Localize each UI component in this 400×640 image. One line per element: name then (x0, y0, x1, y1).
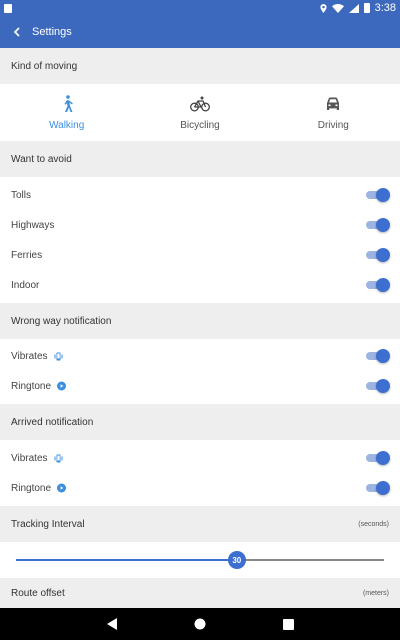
mode-selector: Walking Bicycling Driving (0, 84, 400, 141)
mode-label: Bicycling (180, 120, 220, 131)
arrived-list: Vibrates Ringtone (0, 440, 400, 506)
wrong-way-vibrates-toggle[interactable] (366, 349, 390, 363)
wrong-way-ringtone-toggle[interactable] (366, 379, 390, 393)
avoid-highways-row: Highways (0, 210, 400, 240)
section-kind-of-moving: Kind of moving (0, 48, 400, 84)
slider-thumb[interactable]: 30 (227, 551, 246, 569)
section-title: Route offset (11, 587, 65, 599)
avoid-tolls-row: Tolls (0, 180, 400, 210)
back-icon[interactable] (105, 617, 119, 631)
page-title: Settings (32, 26, 72, 38)
option-label: Vibrates (11, 350, 48, 362)
option-label: Highways (11, 219, 55, 231)
section-route-offset: Route offset (meters) (0, 578, 400, 608)
mode-bicycling[interactable]: Bicycling (133, 84, 266, 141)
mode-driving[interactable]: Driving (267, 84, 400, 141)
section-title: Tracking Interval (11, 518, 85, 530)
play-icon[interactable] (57, 483, 67, 493)
ferries-toggle[interactable] (366, 248, 390, 262)
bicycle-icon (190, 94, 210, 114)
section-wrong-way: Wrong way notification (0, 303, 400, 339)
option-label: Vibrates (11, 452, 48, 464)
arrived-vibrates-toggle[interactable] (366, 451, 390, 465)
slider-fill (16, 559, 237, 561)
indoor-toggle[interactable] (366, 278, 390, 292)
section-arrived: Arrived notification (0, 404, 400, 440)
vibrate-icon (54, 454, 63, 463)
option-label: Ringtone (11, 380, 52, 392)
avoid-list: Tolls Highways Ferries Indoor (0, 177, 400, 303)
arrived-ringtone-toggle[interactable] (366, 481, 390, 495)
slider-value: 30 (232, 555, 242, 565)
wrong-way-ringtone-row: Ringtone (0, 371, 400, 401)
section-title: Arrived notification (11, 416, 94, 428)
avoid-indoor-row: Indoor (0, 270, 400, 300)
section-want-to-avoid: Want to avoid (0, 141, 400, 177)
mode-label: Driving (317, 120, 349, 131)
home-icon[interactable] (193, 617, 207, 631)
tolls-toggle[interactable] (366, 188, 390, 202)
vibrate-icon (54, 352, 63, 361)
unit-label: (seconds) (358, 520, 389, 528)
play-icon[interactable] (57, 381, 67, 391)
option-label: Indoor (11, 279, 40, 291)
car-icon (323, 94, 343, 114)
mode-walking[interactable]: Walking (0, 84, 133, 141)
recents-icon[interactable] (281, 617, 295, 631)
mode-label: Walking (49, 120, 85, 131)
wrong-way-list: Vibrates Ringtone (0, 339, 400, 404)
highways-toggle[interactable] (366, 218, 390, 232)
battery-icon (363, 3, 370, 13)
section-title: Kind of moving (11, 60, 78, 72)
option-label: Ringtone (11, 482, 52, 494)
option-label: Tolls (11, 189, 32, 201)
wifi-icon (331, 3, 344, 13)
section-title: Wrong way notification (11, 315, 112, 327)
option-label: Ferries (11, 249, 43, 261)
tracking-interval-slider[interactable]: 30 (0, 542, 400, 578)
section-tracking-interval: Tracking Interval (seconds) (0, 506, 400, 542)
walking-icon (57, 94, 77, 114)
back-arrow-icon[interactable] (10, 25, 24, 39)
sd-card-icon (4, 3, 12, 13)
app-bar: Settings (0, 16, 400, 48)
section-title: Want to avoid (11, 153, 72, 165)
wrong-way-vibrates-row: Vibrates (0, 341, 400, 371)
avoid-ferries-row: Ferries (0, 240, 400, 270)
location-icon (320, 3, 327, 13)
unit-label: (meters) (362, 589, 389, 597)
arrived-ringtone-row: Ringtone (0, 473, 400, 503)
status-bar: 3:38 (0, 0, 400, 16)
arrived-vibrates-row: Vibrates (0, 443, 400, 473)
signal-icon (348, 3, 359, 13)
system-nav-bar (0, 608, 400, 640)
status-time: 3:38 (374, 2, 396, 14)
